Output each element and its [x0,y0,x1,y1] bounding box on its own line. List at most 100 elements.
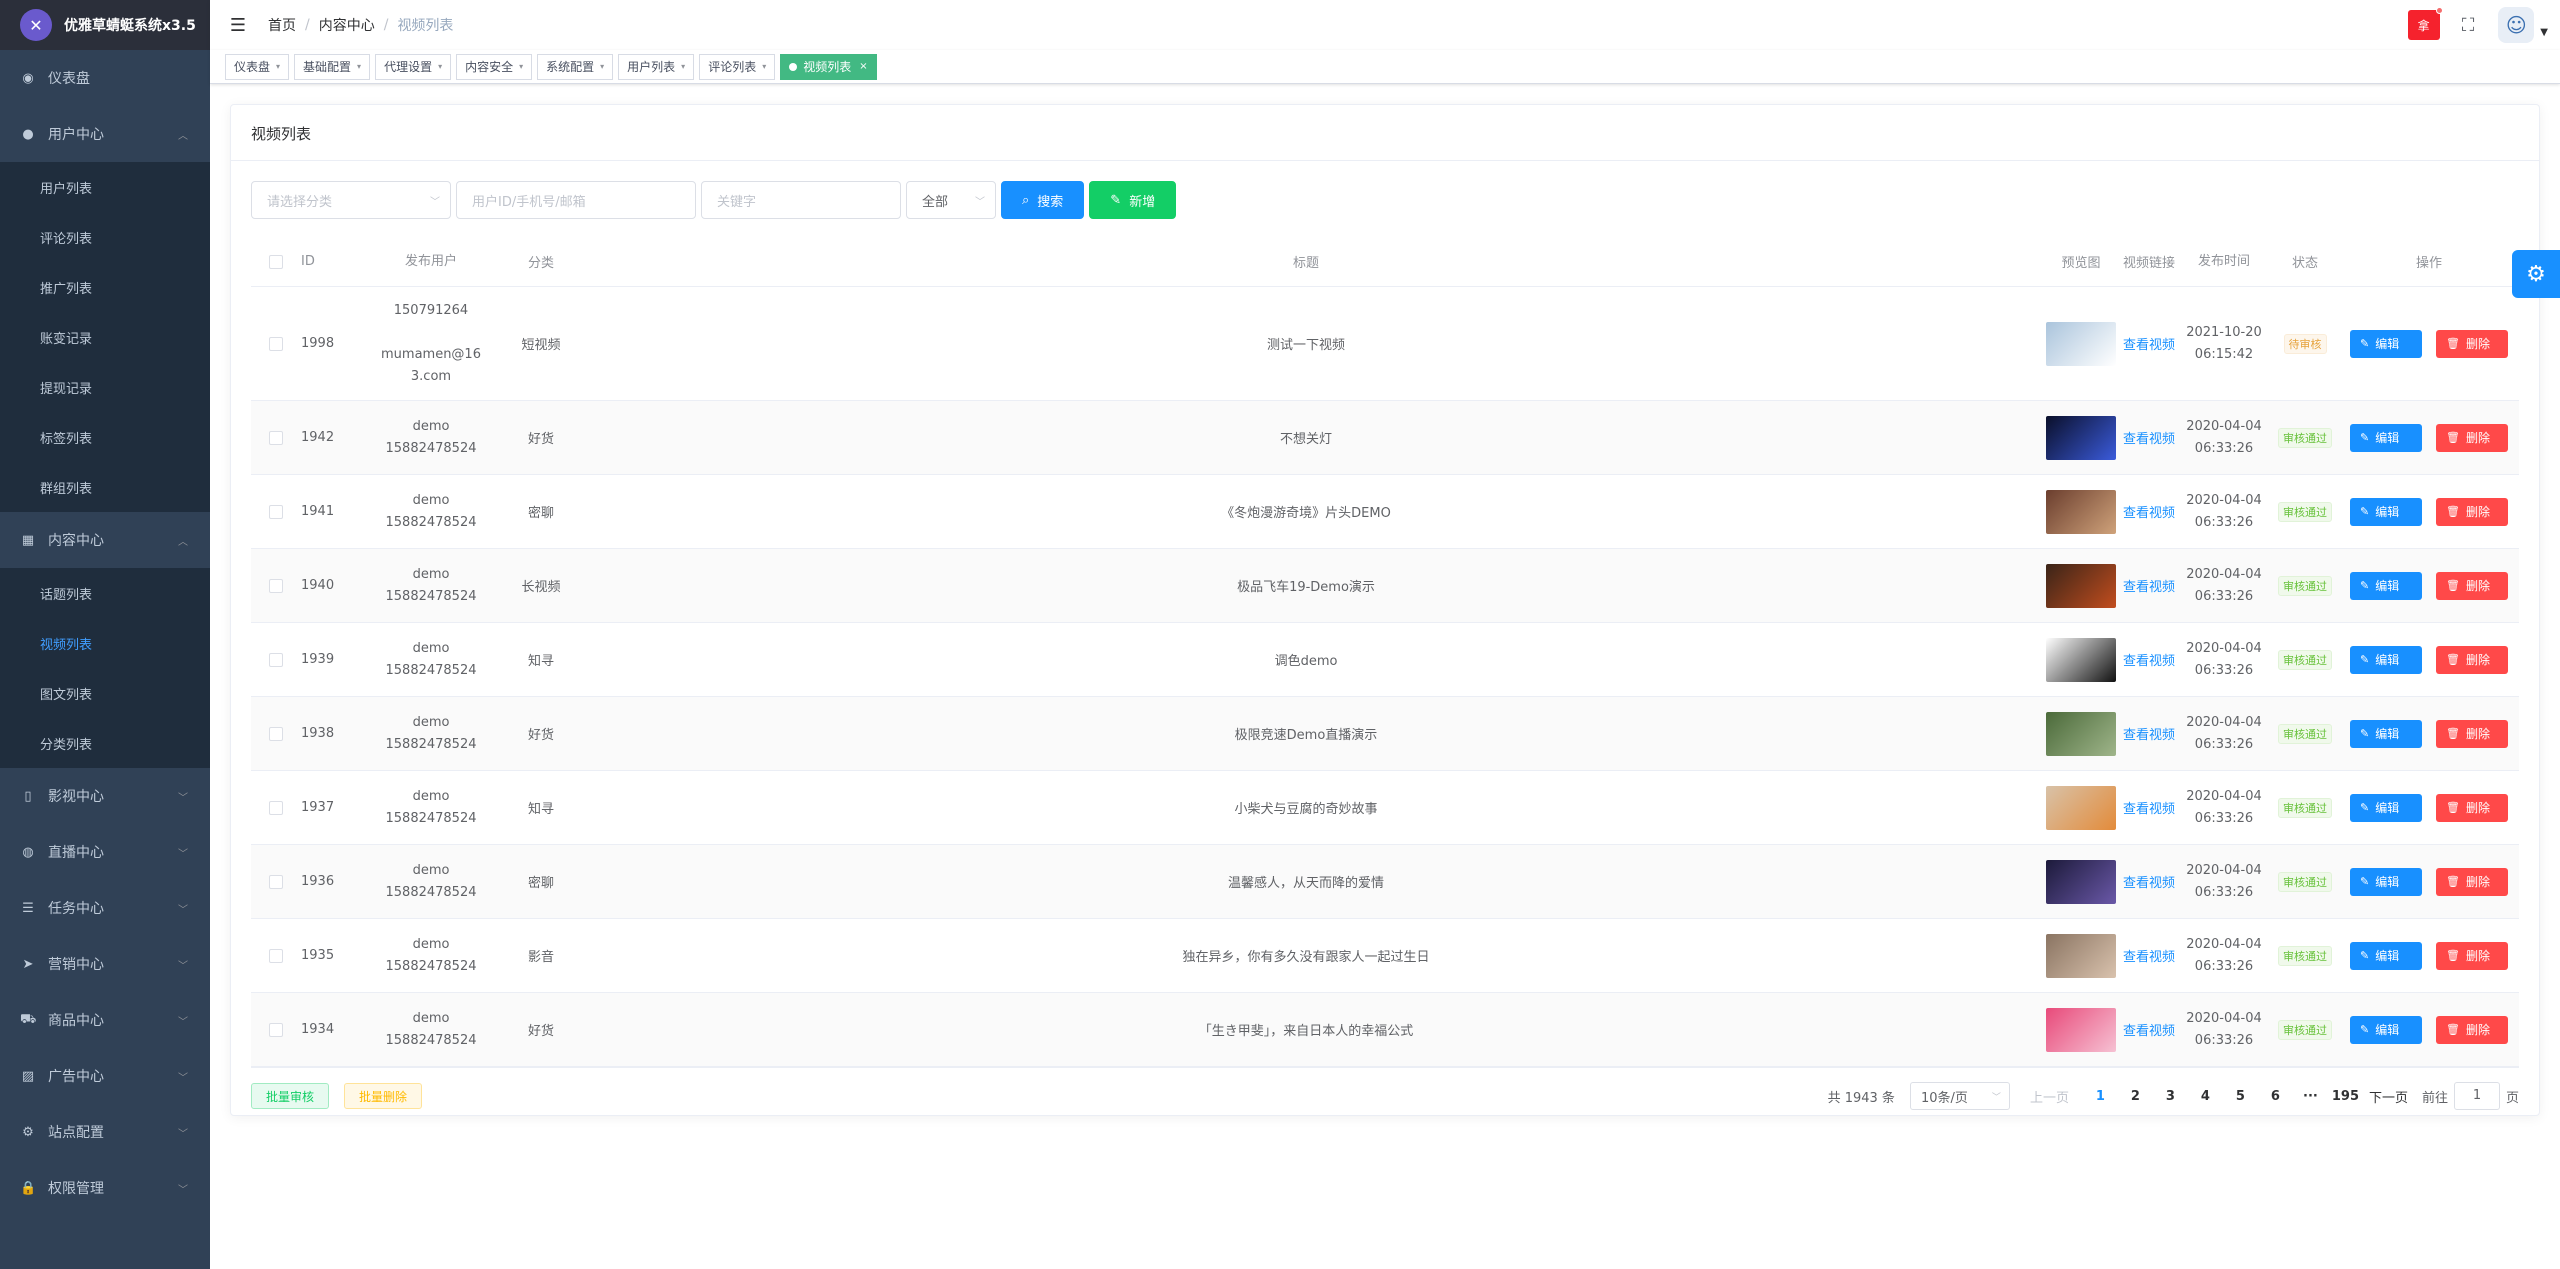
sidebar-item-ad-center[interactable]: ▨ 广告中心 ﹀ [0,1048,210,1104]
view-video-link[interactable]: 查看视频 [2121,428,2177,447]
preview-thumbnail[interactable] [2046,859,2116,904]
view-video-link[interactable]: 查看视频 [2121,872,2177,891]
row-checkbox[interactable] [269,652,283,667]
sidebar-item-live-center[interactable]: ◍ 直播中心 ﹀ [0,824,210,880]
close-icon[interactable]: × [859,55,867,79]
select-all-checkbox[interactable] [269,254,283,269]
sidebar-subitem[interactable]: 评论列表 [0,212,210,262]
edit-button[interactable]: ✎ 编辑 [2350,719,2422,748]
sidebar-subitem[interactable]: 图文列表 [0,668,210,718]
row-checkbox[interactable] [269,1022,283,1037]
delete-button[interactable]: 🗑 删除 [2436,719,2508,748]
edit-button[interactable]: ✎ 编辑 [2350,941,2422,970]
tab-tag[interactable]: 内容安全 ▾ [456,53,533,80]
edit-button[interactable]: ✎ 编辑 [2350,423,2422,452]
sidebar-item-site-config[interactable]: ⚙ 站点配置 ﹀ [0,1104,210,1160]
delete-button[interactable]: 🗑 删除 [2436,793,2508,822]
page-number[interactable]: 3 [2153,1089,2188,1104]
row-checkbox[interactable] [269,800,283,815]
view-video-link[interactable]: 查看视频 [2121,334,2177,353]
settings-panel-button[interactable]: ⚙ [2512,250,2560,298]
row-checkbox[interactable] [269,578,283,593]
view-video-link[interactable]: 查看视频 [2121,798,2177,817]
add-button[interactable]: ✎ 新增 [1089,181,1177,219]
sidebar-subitem[interactable]: 标签列表 [0,412,210,462]
preview-thumbnail[interactable] [2046,785,2116,830]
next-page-button[interactable]: 下一页 [2369,1087,2408,1106]
sidebar-subitem[interactable]: 话题列表 [0,568,210,618]
edit-button[interactable]: ✎ 编辑 [2350,793,2422,822]
row-checkbox[interactable] [269,504,283,519]
sidebar-subitem[interactable]: 群组列表 [0,462,210,512]
category-select[interactable]: 请选择分类 ﹀ [251,181,451,219]
page-number[interactable]: 5 [2223,1089,2258,1104]
tab-tag[interactable]: 仪表盘 ▾ [225,53,290,80]
notice-button[interactable]: 拿 [2407,7,2443,40]
batch-audit-button[interactable]: 批量审核 [251,1083,330,1109]
sidebar-item-task-center[interactable]: ☰ 任务中心 ﹀ [0,880,210,936]
batch-delete-button[interactable]: 批量删除 [344,1083,423,1109]
row-checkbox[interactable] [269,948,283,963]
view-video-link[interactable]: 查看视频 [2121,502,2177,521]
preview-thumbnail[interactable] [2046,933,2116,978]
edit-button[interactable]: ✎ 编辑 [2350,571,2422,600]
sidebar-subitem[interactable]: 账变记录 [0,312,210,362]
delete-button[interactable]: 🗑 删除 [2436,645,2508,674]
caret-down-icon[interactable]: ▾ [681,55,685,79]
edit-button[interactable]: ✎ 编辑 [2350,1015,2422,1044]
edit-button[interactable]: ✎ 编辑 [2350,867,2422,896]
breadcrumb-content-center[interactable]: 内容中心 [319,15,375,35]
view-video-link[interactable]: 查看视频 [2121,650,2177,669]
caret-down-icon[interactable]: ▾ [357,55,361,79]
page-number[interactable]: 2 [2118,1089,2153,1104]
tab-tag[interactable]: 基础配置 ▾ [294,53,371,80]
sidebar-item-marketing-center[interactable]: ➤ 营销中心 ﹀ [0,936,210,992]
page-number[interactable]: 6 [2258,1089,2293,1104]
page-size-select[interactable]: 10条/页 ﹀ [1909,1082,2010,1110]
delete-button[interactable]: 🗑 删除 [2436,867,2508,896]
page-number[interactable]: 1 [2083,1089,2118,1104]
delete-button[interactable]: 🗑 删除 [2436,497,2508,526]
avatar[interactable]: ☺ [2498,7,2535,43]
sidebar-item-user-center[interactable]: ● 用户中心 ︿ [0,106,210,162]
page-number[interactable]: 4 [2188,1089,2223,1104]
edit-button[interactable]: ✎ 编辑 [2350,497,2422,526]
keyword-input[interactable]: 关键字 [701,181,901,219]
delete-button[interactable]: 🗑 删除 [2436,329,2508,358]
caret-down-icon[interactable]: ▾ [438,55,442,79]
delete-button[interactable]: 🗑 删除 [2436,571,2508,600]
view-video-link[interactable]: 查看视频 [2121,576,2177,595]
sidebar-item-permission[interactable]: 🔒 权限管理 ﹀ [0,1160,210,1216]
view-video-link[interactable]: 查看视频 [2121,1020,2177,1039]
sidebar-subitem[interactable]: 推广列表 [0,262,210,312]
page-number[interactable]: 195 [2328,1089,2363,1104]
preview-thumbnail[interactable] [2046,489,2116,534]
tab-tag[interactable]: 代理设置 ▾ [375,53,452,80]
logo[interactable]: ✕ 优雅草蜻蜓系统x3.5 [0,0,210,50]
delete-button[interactable]: 🗑 删除 [2436,941,2508,970]
status-select[interactable]: 全部 ﹀ [906,181,996,219]
prev-page-button[interactable]: 上一页 [2030,1087,2069,1106]
row-checkbox[interactable] [269,336,283,351]
row-checkbox[interactable] [269,874,283,889]
fullscreen-icon[interactable]: ⛶ [2462,15,2475,36]
search-button[interactable]: ⌕ 搜索 [1001,181,1085,219]
preview-thumbnail[interactable] [2046,563,2116,608]
goto-page-input[interactable]: 1 [2453,1082,2500,1110]
sidebar-subitem[interactable]: 用户列表 [0,162,210,212]
more-pages-icon[interactable]: ··· [2293,1089,2328,1104]
hamburger-icon[interactable]: ☰ [210,0,250,50]
preview-thumbnail[interactable] [2046,1007,2116,1052]
sidebar-subitem[interactable]: 分类列表 [0,718,210,768]
caret-down-icon[interactable]: ▾ [276,55,280,79]
view-video-link[interactable]: 查看视频 [2121,724,2177,743]
preview-thumbnail[interactable] [2046,711,2116,756]
delete-button[interactable]: 🗑 删除 [2436,1015,2508,1044]
sidebar-item-content-center[interactable]: ▦ 内容中心 ︿ [0,512,210,568]
caret-down-icon[interactable]: ▾ [762,55,766,79]
tab-tag[interactable]: 评论列表 ▾ [699,53,776,80]
tab-tag[interactable]: 视频列表 × [780,53,877,80]
sidebar-subitem[interactable]: 视频列表 [0,618,210,668]
edit-button[interactable]: ✎ 编辑 [2350,645,2422,674]
sidebar-subitem[interactable]: 提现记录 [0,362,210,412]
